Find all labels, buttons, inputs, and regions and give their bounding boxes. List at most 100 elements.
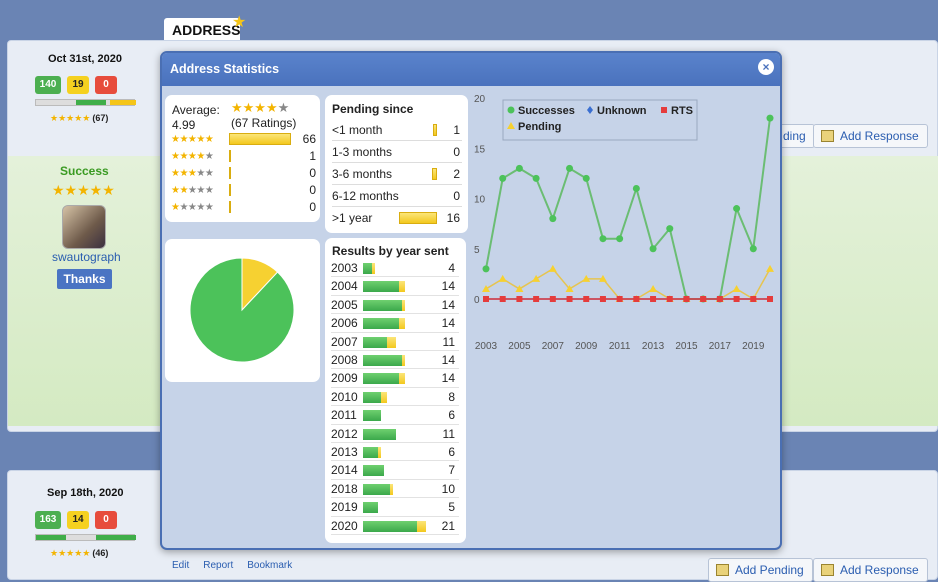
rating-row-bar xyxy=(229,201,231,213)
username-link[interactable]: swautograph xyxy=(52,250,121,264)
point-successes xyxy=(566,164,574,172)
year-row-pending-segment xyxy=(381,391,387,403)
status-label: Success xyxy=(60,164,109,178)
year-row-bar xyxy=(363,410,381,422)
year-row-bar xyxy=(363,281,405,293)
rating-row-stars: ★★★★★ xyxy=(171,133,214,145)
point-successes xyxy=(766,114,774,122)
thanks-button[interactable]: Thanks xyxy=(57,269,112,289)
avatar[interactable] xyxy=(62,205,106,249)
year-row-value: 14 xyxy=(441,371,455,386)
results-pie-chart xyxy=(189,257,295,363)
point-pending xyxy=(766,264,774,272)
year-row-bar xyxy=(363,373,405,385)
pending-row-bar xyxy=(433,124,437,136)
x-tick-label: 2011 xyxy=(609,341,631,352)
point-successes xyxy=(549,215,557,223)
point-pending xyxy=(515,284,524,292)
rating-row-bar xyxy=(229,184,231,196)
point-pending xyxy=(482,284,490,292)
legend-marker-successes xyxy=(507,106,515,114)
year-row-success-segment xyxy=(363,428,396,440)
point-rts xyxy=(666,296,673,302)
results-by-year-title: Results by year sent xyxy=(332,244,449,258)
pending-row-label: 1-3 months xyxy=(332,145,393,159)
entry-rating-stars: ★★★★★ (67) xyxy=(50,113,109,123)
point-rts xyxy=(599,296,606,302)
pending-row: >1 year 16 xyxy=(332,207,462,229)
x-tick-label: 2005 xyxy=(508,341,531,352)
year-row-bar xyxy=(363,447,381,458)
footer-links: Edit Report Bookmark xyxy=(172,560,292,571)
line-chart-svg: 0 5 10 15 20 2003 2005 2007 2009 2011 2013 2015 2017… xyxy=(474,94,774,352)
status-stars: ★★★★★ xyxy=(52,182,115,198)
year-row-success-segment xyxy=(363,391,381,403)
year-row-pending-segment xyxy=(390,483,393,495)
year-row: 2003 4 xyxy=(331,259,459,278)
year-row: 2013 6 xyxy=(331,443,459,462)
rts-count-badge: 0 xyxy=(95,76,117,94)
add-pending-label-2: Add Pending xyxy=(735,563,804,577)
average-rating: Average: 4.99 xyxy=(172,103,220,133)
average-label: Average: xyxy=(172,103,220,117)
year-row-pending-segment xyxy=(378,447,381,458)
legend-marker-rts xyxy=(661,107,667,113)
year-row-bar xyxy=(363,465,384,477)
year-row: 2004 14 xyxy=(331,277,459,296)
point-pending xyxy=(548,264,557,272)
rating-row-count: 66 xyxy=(302,132,316,146)
point-successes xyxy=(532,174,540,182)
year-row: 2019 5 xyxy=(331,498,459,517)
year-row-success-segment xyxy=(363,447,378,458)
yearly-results-line-chart: 0 5 10 15 20 2003 2005 2007 2009 2011 2013 2015 2017… xyxy=(472,91,778,371)
year-row-pending-segment xyxy=(399,373,405,385)
point-pending xyxy=(649,284,658,292)
bookmark-link[interactable]: Bookmark xyxy=(247,560,292,571)
year-row-value: 14 xyxy=(441,353,455,367)
add-response-button[interactable]: Add Response xyxy=(813,124,928,148)
results-by-year-card: Results by year sent 2003 4 2004 14 2005 14 20… xyxy=(325,238,466,543)
y-tick-label: 5 xyxy=(474,245,480,256)
year-row-success-segment xyxy=(363,483,390,495)
point-pending xyxy=(732,284,741,292)
year-row-value: 11 xyxy=(442,334,455,349)
rating-row-1-stars: ★★★★★ 0 xyxy=(171,200,316,214)
year-row-success-segment xyxy=(363,263,372,274)
pending-row-value: 1 xyxy=(453,123,460,137)
edit-link[interactable]: Edit xyxy=(172,560,189,571)
x-tick-label: 2019 xyxy=(742,341,765,352)
legend-label-successes: Successes xyxy=(518,105,575,117)
point-successes xyxy=(666,225,674,233)
report-link[interactable]: Report xyxy=(203,560,233,571)
close-icon[interactable]: × xyxy=(758,59,774,75)
ratings-card: Average: 4.99 ★★★★★ (67 Ratings) ★★★★★ 66… xyxy=(165,95,320,222)
add-response-button-2[interactable]: Add Response xyxy=(813,558,928,582)
year-row-success-segment xyxy=(363,373,399,385)
y-tick-label: 0 xyxy=(474,295,480,306)
entry-rating-stars-2: ★★★★★ (46) xyxy=(50,548,109,558)
year-row-bar xyxy=(363,391,387,403)
y-tick-label: 20 xyxy=(474,94,486,105)
year-row-pending-segment xyxy=(402,355,405,366)
point-successes xyxy=(749,245,757,253)
add-pending-button-2[interactable]: Add Pending xyxy=(708,558,813,582)
document-icon xyxy=(821,564,834,576)
entry-progress-strip-2 xyxy=(35,534,136,541)
year-row-value: 8 xyxy=(448,389,455,404)
year-row-success-segment xyxy=(363,410,381,422)
pending-row-value: 16 xyxy=(446,211,460,225)
year-row-bar xyxy=(363,502,378,514)
year-row-value: 7 xyxy=(448,463,455,478)
average-value: 4.99 xyxy=(172,118,196,132)
year-row-success-segment xyxy=(363,520,417,532)
point-successes xyxy=(733,205,741,213)
point-rts xyxy=(650,296,657,302)
entry-date-2: Sep 18th, 2020 xyxy=(47,487,124,499)
pending-row-label: 3-6 months xyxy=(332,167,393,181)
year-row-value: 10 xyxy=(441,481,455,496)
point-rts xyxy=(533,296,540,302)
pending-row: 3-6 months 2 xyxy=(332,163,462,185)
year-row-label: 2006 xyxy=(331,316,358,331)
pending-row: 6-12 months 0 xyxy=(332,185,462,207)
modal-header: Address Statistics xyxy=(162,53,780,86)
